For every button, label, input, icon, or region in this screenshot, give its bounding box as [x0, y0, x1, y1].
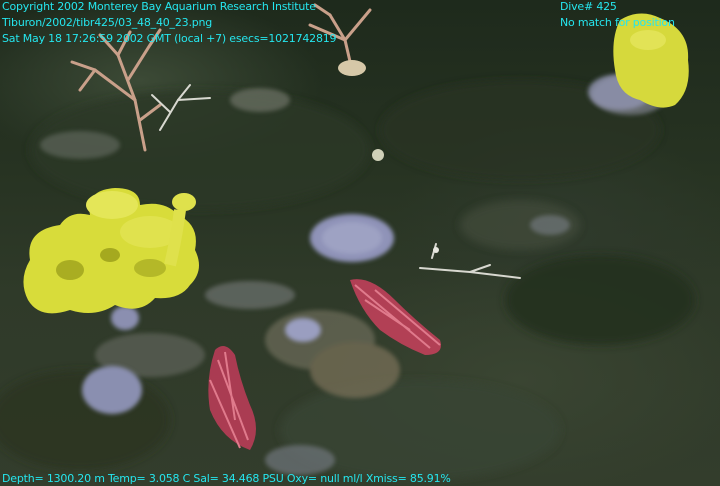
- overlay-dive-number: Dive# 425: [560, 0, 617, 13]
- seafloor-photo: Copyright 2002 Monterey Bay Aquarium Res…: [0, 0, 720, 486]
- coral-holdfast: [338, 60, 366, 76]
- overlay-position-status: No match for position: [560, 16, 675, 29]
- seafloor-scene: [0, 3, 695, 480]
- red-fan-coral-1: [208, 346, 256, 450]
- overlay-copyright: Copyright 2002 Monterey Bay Aquarium Res…: [2, 0, 316, 13]
- overlay-sensor-readout: Depth= 1300.20 m Temp= 3.058 C Sal= 34.4…: [2, 472, 451, 485]
- overlay-filename: Tiburon/2002/tibr425/03_48_40_23.png: [2, 16, 213, 29]
- white-speck: [433, 247, 439, 253]
- overlay-timestamp: Sat May 18 17:26:59 2002 GMT (local +7) …: [2, 32, 337, 45]
- small-anemone: [372, 149, 384, 161]
